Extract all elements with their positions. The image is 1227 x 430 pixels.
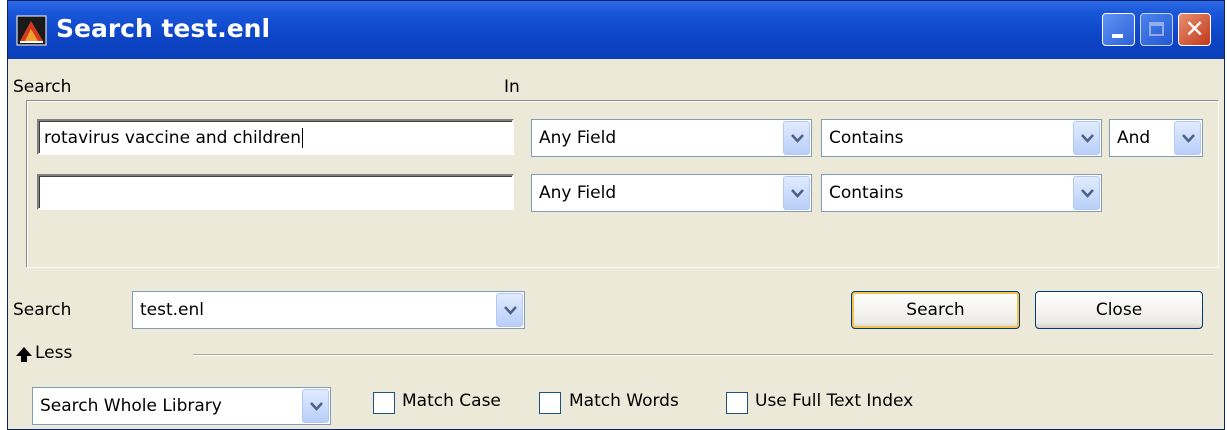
divider — [193, 354, 1213, 356]
search-term-input-1[interactable]: rotavirus vaccine and children — [37, 119, 514, 155]
search-window: Search test.enl ✕ Search In rotavirus va… — [7, 0, 1225, 430]
minimize-button[interactable] — [1102, 13, 1135, 46]
chevron-down-icon[interactable] — [783, 176, 810, 210]
search-button[interactable]: Search — [851, 291, 1020, 329]
search-term-value-1: rotavirus vaccine and children — [44, 128, 302, 148]
close-icon: ✕ — [1184, 15, 1205, 43]
text-caret — [302, 128, 304, 148]
search-term-input-2[interactable] — [37, 174, 514, 210]
operator-select-2-value: Contains — [829, 183, 904, 203]
app-icon — [16, 15, 47, 46]
scope-label: Search — [13, 300, 72, 320]
boolean-select-1[interactable]: And — [1109, 119, 1203, 157]
range-select[interactable]: Search Whole Library — [32, 387, 331, 425]
chevron-down-icon[interactable] — [1073, 176, 1100, 210]
library-select-value: test.enl — [140, 300, 205, 320]
match-words-label[interactable]: Match Words — [569, 391, 679, 411]
maximize-button[interactable] — [1140, 13, 1173, 46]
field-select-1-value: Any Field — [539, 128, 617, 148]
field-select-2-value: Any Field — [539, 183, 617, 203]
operator-select-2[interactable]: Contains — [821, 174, 1102, 212]
close-window-button[interactable]: ✕ — [1178, 13, 1211, 46]
window-title: Search test.enl — [56, 14, 271, 43]
match-case-label[interactable]: Match Case — [402, 391, 501, 411]
boolean-select-1-value: And — [1117, 128, 1151, 148]
range-select-value: Search Whole Library — [40, 396, 222, 416]
full-text-index-label[interactable]: Use Full Text Index — [755, 391, 913, 411]
chevron-down-icon[interactable] — [783, 121, 810, 155]
maximize-icon — [1149, 22, 1164, 36]
match-words-checkbox[interactable] — [539, 392, 561, 414]
full-text-index-checkbox[interactable] — [726, 392, 748, 414]
close-button[interactable]: Close — [1035, 291, 1203, 329]
field-select-1[interactable]: Any Field — [531, 119, 812, 157]
less-arrow-icon — [15, 346, 33, 367]
operator-select-1[interactable]: Contains — [821, 119, 1102, 157]
chevron-down-icon[interactable] — [1073, 121, 1100, 155]
field-select-2[interactable]: Any Field — [531, 174, 812, 212]
operator-select-1-value: Contains — [829, 128, 904, 148]
chevron-down-icon[interactable] — [496, 293, 523, 327]
search-column-label: Search — [13, 77, 72, 97]
library-select[interactable]: test.enl — [132, 291, 525, 329]
chevron-down-icon[interactable] — [302, 389, 329, 423]
chevron-down-icon[interactable] — [1174, 121, 1201, 155]
less-label: Less — [35, 343, 73, 363]
match-case-checkbox[interactable] — [373, 392, 395, 414]
minimize-icon — [1112, 34, 1123, 38]
less-toggle[interactable]: Less — [15, 343, 115, 367]
title-bar[interactable]: Search test.enl ✕ — [8, 1, 1224, 59]
in-column-label: In — [504, 77, 520, 97]
